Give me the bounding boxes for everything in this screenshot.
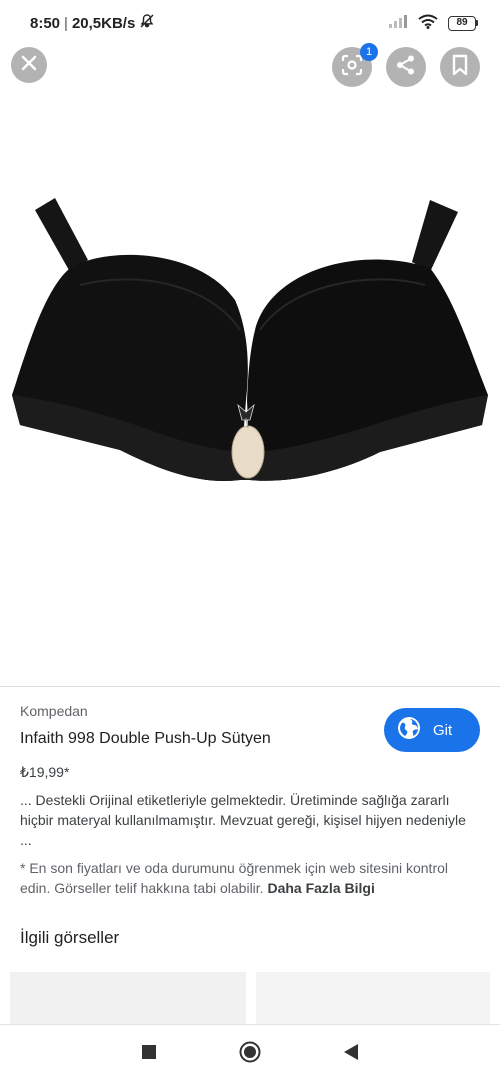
navigation-bar — [0, 1024, 500, 1083]
close-icon — [21, 55, 37, 76]
battery-level: 89 — [448, 15, 476, 31]
status-right: 89 — [388, 14, 478, 33]
notice-text: * En son fiyatları ve oda durumunu öğren… — [20, 860, 448, 896]
globe-icon — [397, 716, 421, 744]
status-bar: 8:50 | 20,5KB/s 89 — [0, 0, 500, 46]
signal-icon — [388, 14, 408, 32]
mute-icon — [139, 13, 155, 33]
visit-button[interactable]: Git — [384, 708, 480, 752]
lens-icon — [341, 54, 363, 81]
share-icon — [395, 54, 417, 81]
close-button[interactable] — [11, 47, 47, 83]
status-left: 8:50 | 20,5KB/s — [30, 13, 155, 33]
save-button[interactable] — [440, 47, 480, 87]
bookmark-icon — [451, 54, 469, 81]
recents-icon[interactable] — [141, 1044, 157, 1065]
price-notice: * En son fiyatları ve oda durumunu öğren… — [20, 858, 482, 898]
related-thumbnail[interactable] — [10, 972, 246, 1024]
share-button[interactable] — [386, 47, 426, 87]
related-thumbnail[interactable] — [256, 972, 490, 1024]
section-divider — [0, 686, 500, 687]
wifi-icon — [418, 14, 438, 33]
related-images-title: İlgili görseller — [20, 928, 120, 947]
product-price: ₺19,99* — [20, 764, 70, 780]
status-separator: | — [64, 14, 68, 32]
visit-label: Git — [433, 721, 453, 739]
product-image[interactable] — [0, 190, 500, 530]
back-icon[interactable] — [343, 1043, 359, 1066]
battery-tip — [476, 20, 478, 26]
network-speed: 20,5KB/s — [71, 14, 136, 32]
home-icon[interactable] — [239, 1041, 261, 1068]
more-info-link[interactable]: Daha Fazla Bilgi — [267, 880, 374, 896]
status-time: 8:50 — [30, 14, 61, 32]
product-description: ... Destekli Orijinal etiketleriyle gelm… — [20, 792, 466, 848]
lens-badge: 1 — [360, 43, 378, 61]
battery-icon: 89 — [448, 15, 478, 31]
lens-search-button[interactable]: 1 — [332, 43, 378, 87]
